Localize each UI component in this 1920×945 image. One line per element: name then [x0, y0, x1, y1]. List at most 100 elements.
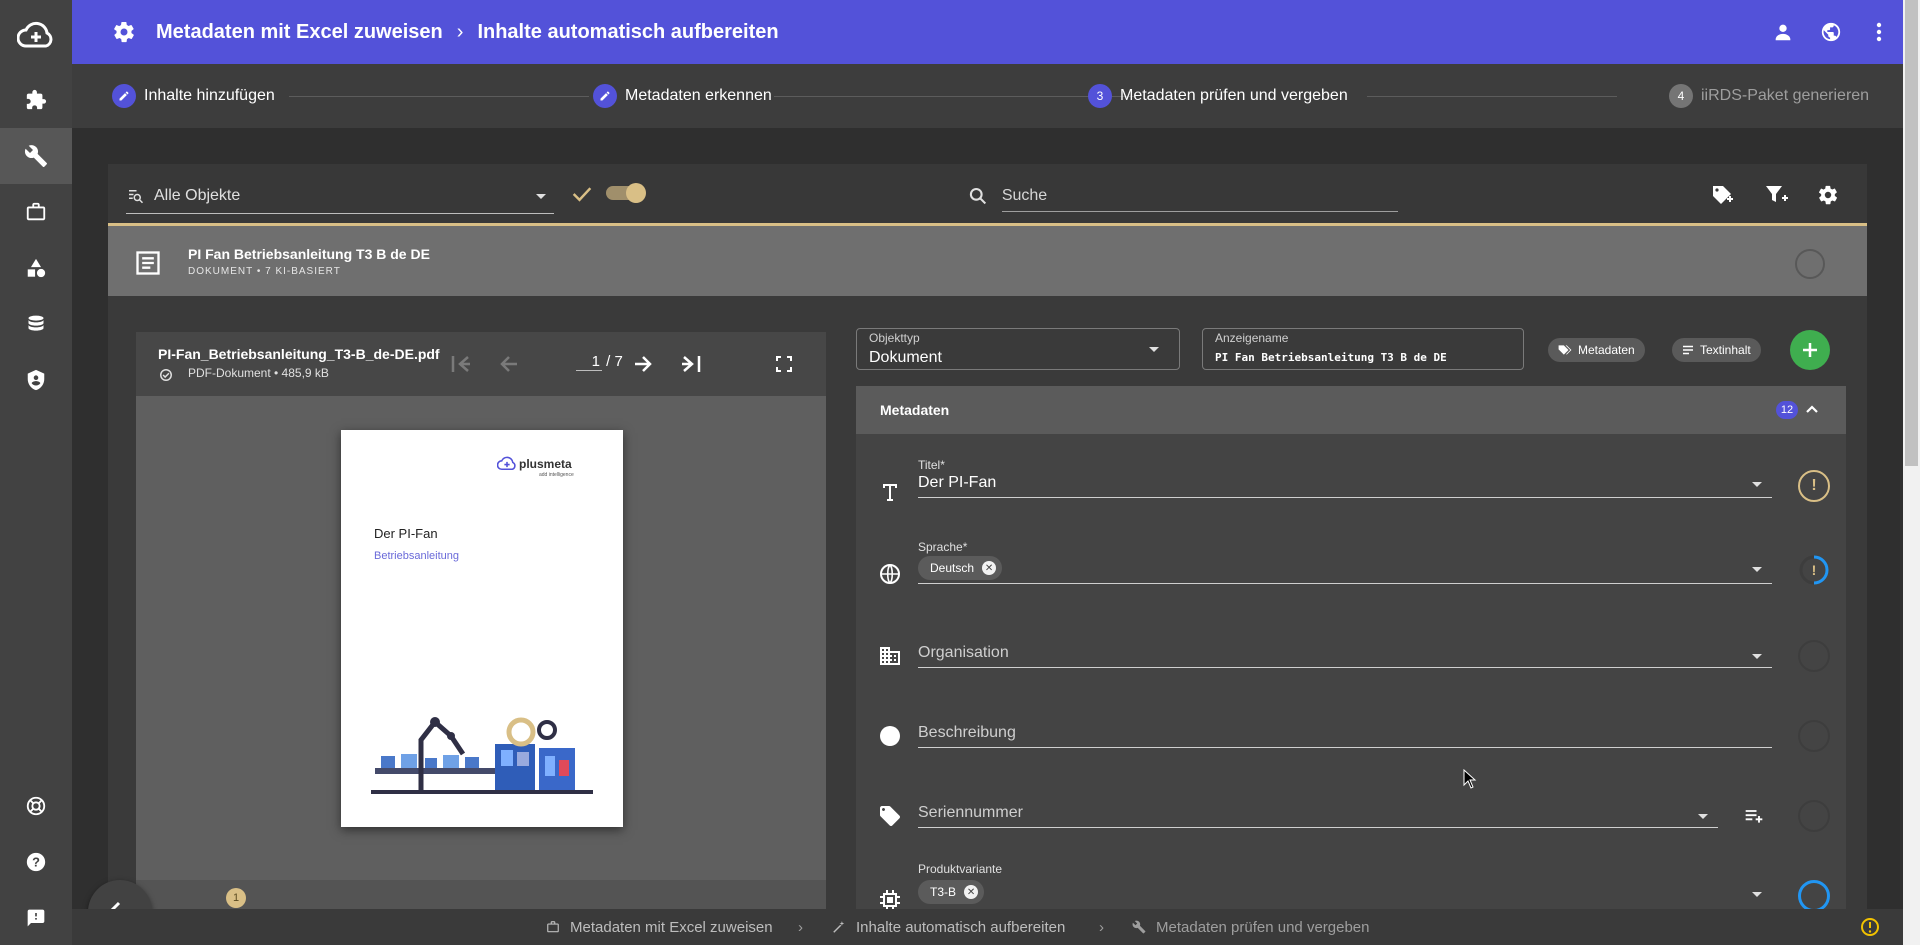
- organisation-input[interactable]: Organisation: [918, 644, 1772, 668]
- database-icon[interactable]: [0, 296, 72, 352]
- settings-icon[interactable]: [1817, 184, 1839, 206]
- object-toolbar: Alle Objekte Suche: [108, 164, 1867, 226]
- filter-toggle[interactable]: [606, 183, 646, 203]
- metadaten-count-badge: 12: [1776, 401, 1798, 419]
- briefcase-icon[interactable]: [0, 184, 72, 240]
- page-subheading: Betriebsanleitung: [374, 550, 460, 562]
- produktvariante-chip[interactable]: T3-B ✕: [918, 880, 985, 904]
- loading-warning-status-icon: !: [1799, 555, 1829, 585]
- object-filter-select[interactable]: Alle Objekte: [126, 178, 554, 214]
- bottom-breadcrumb-bar: Metadaten mit Excel zuweisen › Inhalte a…: [72, 909, 1903, 945]
- sprache-label: Sprache*: [918, 540, 968, 554]
- cloud-add-logo-icon[interactable]: [0, 8, 72, 64]
- chevron-down-icon[interactable]: [1752, 892, 1762, 897]
- chevron-down-icon: [536, 194, 546, 199]
- metadaten-header[interactable]: Metadaten 12: [856, 386, 1846, 434]
- chevron-down-icon[interactable]: [1698, 814, 1708, 819]
- settings-gear-icon[interactable]: [112, 20, 136, 44]
- pdf-viewer: PI-Fan_Betriebsanleitung_T3-B_de-DE.pdf …: [136, 332, 826, 912]
- titel-input[interactable]: Der PI-Fan: [918, 472, 1772, 498]
- wrench-icon[interactable]: [0, 128, 72, 184]
- next-page-icon[interactable]: [632, 354, 654, 374]
- add-button[interactable]: [1790, 330, 1830, 370]
- objekttyp-select[interactable]: Objekttyp Dokument: [856, 328, 1180, 370]
- empty-status-icon: [1798, 800, 1830, 832]
- page-number-input[interactable]: 1: [576, 353, 602, 371]
- puzzle-icon[interactable]: [0, 72, 72, 128]
- document-subtitle: DOKUMENT • 7 KI-BASIERT: [188, 266, 341, 277]
- empty-status-icon: [1798, 720, 1830, 752]
- side-rail: ?: [0, 0, 72, 945]
- pdf-viewer-footer: 1: [136, 880, 826, 912]
- page-brand-tagline: add intelligence: [539, 472, 574, 478]
- beschreibung-input[interactable]: Beschreibung: [918, 724, 1772, 748]
- annotation-marker[interactable]: 1: [226, 888, 246, 908]
- sprache-input[interactable]: Deutsch ✕: [918, 554, 1772, 584]
- chevron-down-icon[interactable]: [1752, 654, 1762, 659]
- produktvariante-input[interactable]: T3-B ✕: [918, 878, 1772, 910]
- document-icon: [136, 251, 160, 275]
- metadaten-tab-label: Metadaten: [1578, 343, 1635, 357]
- step-label: Metadaten erkennen: [625, 87, 772, 104]
- filter-add-icon[interactable]: [1765, 184, 1789, 206]
- page-total: / 7: [606, 353, 623, 370]
- anzeigename-field[interactable]: Anzeigename PI Fan Betriebsanleitung T3 …: [1202, 328, 1524, 370]
- mouse-cursor-icon: [1463, 769, 1477, 789]
- playlist-add-icon[interactable]: [1744, 808, 1764, 824]
- filter-search-icon: [129, 189, 144, 203]
- magic-wand-icon: [833, 921, 845, 933]
- bottom-crumb-2[interactable]: Inhalte automatisch aufbereiten: [856, 919, 1065, 936]
- step-metadaten-erkennen[interactable]: Metadaten erkennen: [593, 84, 772, 108]
- step-connector: [774, 96, 1134, 97]
- warning-circle-icon[interactable]: [1860, 917, 1880, 937]
- chip-remove-icon[interactable]: ✕: [982, 561, 997, 575]
- bottom-crumb-1[interactable]: Metadaten mit Excel zuweisen: [570, 919, 773, 936]
- pdf-page-preview[interactable]: plusmeta add intelligence Der PI-Fan Bet…: [341, 430, 623, 827]
- check-circle-icon: [160, 369, 172, 381]
- tags-icon: [1558, 345, 1572, 355]
- last-page-icon[interactable]: [680, 354, 702, 374]
- shield-user-icon[interactable]: [0, 352, 72, 408]
- tag-add-icon[interactable]: [1711, 184, 1735, 206]
- breadcrumb-parent[interactable]: Metadaten mit Excel zuweisen: [156, 21, 443, 44]
- top-app-bar: Metadaten mit Excel zuweisen › Inhalte a…: [72, 0, 1903, 64]
- first-page-icon[interactable]: [450, 354, 472, 374]
- search-box[interactable]: Suche: [968, 178, 1398, 214]
- description-circle-icon: [880, 726, 900, 746]
- chevron-down-icon[interactable]: [1752, 567, 1762, 572]
- chevron-down-icon[interactable]: [1752, 482, 1762, 487]
- textinhalt-tab-button[interactable]: Textinhalt: [1672, 338, 1761, 362]
- step-metadaten-pruefen[interactable]: 3 Metadaten prüfen und vergeben: [1088, 84, 1348, 108]
- fullscreen-icon[interactable]: [776, 356, 792, 372]
- search-input[interactable]: Suche: [1001, 181, 1398, 212]
- chevron-down-icon: [1149, 347, 1159, 352]
- step-inhalte-hinzufuegen[interactable]: Inhalte hinzufügen: [112, 84, 275, 108]
- progress-stepper: Inhalte hinzufügen Metadaten erkennen 3 …: [72, 64, 1903, 128]
- prev-page-icon[interactable]: [498, 354, 520, 374]
- sprache-chip[interactable]: Deutsch ✕: [918, 556, 1003, 580]
- pdf-viewer-header: PI-Fan_Betriebsanleitung_T3-B_de-DE.pdf …: [136, 332, 826, 396]
- step-iirds-paket[interactable]: 4 iiRDS-Paket generieren: [1669, 84, 1869, 108]
- account-icon[interactable]: [1759, 0, 1807, 64]
- metadaten-tab-button[interactable]: Metadaten: [1548, 338, 1645, 362]
- text-title-icon: [883, 484, 897, 501]
- scrollbar-thumb[interactable]: [1905, 0, 1918, 466]
- more-vert-icon[interactable]: [1855, 0, 1903, 64]
- page-scrollbar[interactable]: [1903, 0, 1920, 945]
- support-icon[interactable]: [0, 778, 72, 834]
- chip-remove-icon[interactable]: ✕: [964, 885, 979, 899]
- shapes-icon[interactable]: [0, 240, 72, 296]
- document-header[interactable]: PI Fan Betriebsanleitung T3 B de DE DOKU…: [108, 226, 1867, 296]
- seriennummer-input[interactable]: Seriennummer: [918, 804, 1718, 828]
- empty-status-icon: [1798, 640, 1830, 672]
- page-heading: Der PI-Fan: [374, 526, 438, 541]
- briefcase-icon: [547, 921, 559, 933]
- step-label: Metadaten prüfen und vergeben: [1120, 87, 1348, 104]
- help-icon[interactable]: ?: [0, 834, 72, 890]
- page-brand: plusmeta: [519, 457, 572, 471]
- anzeigename-value: PI Fan Betriebsanleitung T3 B de DE: [1215, 351, 1447, 364]
- check-icon[interactable]: [572, 186, 592, 202]
- language-globe-icon[interactable]: [1807, 0, 1855, 64]
- feedback-icon[interactable]: [0, 890, 72, 945]
- chevron-up-icon[interactable]: [1806, 404, 1818, 414]
